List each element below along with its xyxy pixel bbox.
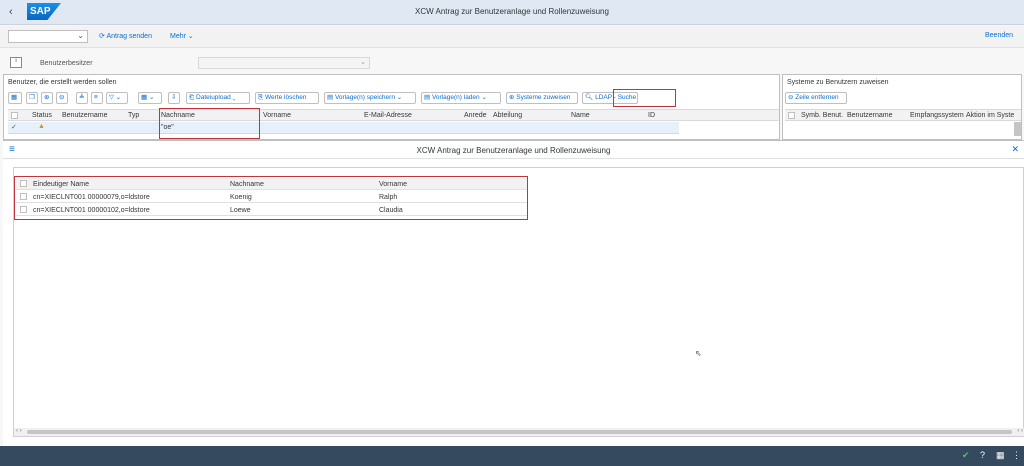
- users-panel: Benutzer, die erstellt werden sollen ▦ ❐…: [3, 74, 780, 140]
- file-upload-button[interactable]: ⎗ Dateiupload ⌄: [186, 92, 250, 104]
- col-typ[interactable]: Typ: [128, 112, 139, 119]
- dialog-body: Eindeutiger Name Nachname Vorname cn=XIE…: [13, 167, 1024, 437]
- app-title: XCW Antrag zur Benutzeranlage und Rollen…: [415, 7, 609, 16]
- remove-row-button[interactable]: ⊖ Zeile entfernen: [785, 92, 847, 104]
- systems-panel-title: Systeme zu Benutzern zuweisen: [787, 79, 889, 86]
- mouse-cursor-icon: ⇖: [695, 349, 702, 358]
- command-field[interactable]: ⌄: [8, 30, 88, 43]
- sort-asc-icon[interactable]: ≜: [76, 92, 88, 104]
- copy-icon[interactable]: ❐: [26, 92, 38, 104]
- ldap-result-dialog: ≡ XCW Antrag zur Benutzeranlage und Roll…: [3, 140, 1024, 446]
- ldap-search-highlight: [613, 89, 676, 107]
- nachname-highlight: [159, 108, 260, 139]
- filter-icon[interactable]: ▽ ⌄: [106, 92, 128, 104]
- col-symb-benut[interactable]: Symb. Benut.: [801, 112, 843, 119]
- col-anrede[interactable]: Anrede: [464, 112, 487, 119]
- layout-icon[interactable]: ▦: [996, 450, 1005, 461]
- load-template-button[interactable]: ▤ Vorlage(n) laden ⌄: [421, 92, 501, 104]
- col-benutzername[interactable]: Benutzername: [847, 112, 893, 119]
- help-icon[interactable]: ?: [980, 450, 985, 460]
- check-icon[interactable]: ✔: [962, 450, 970, 461]
- systems-table-header: Symb. Benut. Benutzername Empfangssystem…: [785, 109, 1021, 121]
- scroll-right-icon[interactable]: ‹ ›: [1017, 428, 1023, 434]
- row-selected-icon[interactable]: ✓: [11, 123, 17, 131]
- owner-row: i Benutzerbesitzer ⌄: [0, 56, 1024, 72]
- owner-select[interactable]: ⌄: [198, 57, 370, 69]
- col-aktion[interactable]: Aktion im Syste: [966, 112, 1014, 119]
- chevron-down-icon: ⌄: [187, 33, 194, 40]
- owner-label: Benutzerbesitzer: [40, 60, 93, 67]
- warning-icon: ▲: [38, 123, 45, 130]
- col-id[interactable]: ID: [648, 112, 655, 119]
- scroll-left-icon[interactable]: ‹ ›: [16, 428, 22, 434]
- horizontal-scrollbar[interactable]: ‹ › ‹ ›: [14, 428, 1024, 436]
- info-icon[interactable]: i: [10, 57, 22, 68]
- export-icon[interactable]: ⇩: [168, 92, 180, 104]
- more-button[interactable]: Mehr ⌄: [170, 32, 194, 40]
- dialog-header: ≡ XCW Antrag zur Benutzeranlage und Roll…: [3, 141, 1024, 159]
- col-benutzername[interactable]: Benutzername: [62, 112, 108, 119]
- select-all-checkbox[interactable]: [11, 112, 18, 119]
- application-toolbar: ⌄ ⟳ Antrag senden Mehr ⌄ Beenden: [0, 26, 1024, 48]
- col-empfangssystem[interactable]: Empfangssystem: [910, 112, 964, 119]
- results-highlight: [14, 176, 528, 220]
- clear-values-button[interactable]: ⎘ Werte löschen: [255, 92, 319, 104]
- col-abteilung[interactable]: Abteilung: [493, 112, 522, 119]
- col-status[interactable]: Status: [32, 112, 52, 119]
- sort-desc-icon[interactable]: ≡: [91, 92, 103, 104]
- select-all-checkbox[interactable]: [788, 112, 795, 119]
- table-row[interactable]: ✓ ▲ "oe": [8, 122, 679, 134]
- send-request-button[interactable]: ⟳ Antrag senden: [99, 32, 152, 40]
- col-name[interactable]: Name: [571, 112, 590, 119]
- shell-bar: ‹ SAP XCW Antrag zur Benutzeranlage und …: [0, 0, 1024, 25]
- chevron-down-icon[interactable]: ⌄: [77, 31, 84, 40]
- exit-button[interactable]: Beenden: [985, 32, 1013, 39]
- users-table-header: Status Benutzername Typ Nachname Vorname…: [8, 109, 779, 121]
- chevron-down-icon: ⌄: [360, 59, 366, 66]
- dialog-title: XCW Antrag zur Benutzeranlage und Rollen…: [416, 146, 611, 155]
- systems-panel: Systeme zu Benutzern zuweisen ⊖ Zeile en…: [782, 74, 1022, 140]
- scrollbar-thumb[interactable]: [27, 430, 1012, 434]
- close-icon[interactable]: ✕: [1011, 144, 1019, 155]
- more-icon[interactable]: ⋮: [1012, 450, 1021, 461]
- layout-icon[interactable]: ▦ ⌄: [138, 92, 162, 104]
- assign-systems-button[interactable]: ⊕ Systeme zuweisen: [506, 92, 578, 104]
- col-vorname[interactable]: Vorname: [263, 112, 291, 119]
- users-panel-title: Benutzer, die erstellt werden sollen: [8, 79, 117, 86]
- vertical-scrollbar[interactable]: [1014, 122, 1021, 136]
- details-icon[interactable]: ▦: [8, 92, 22, 104]
- remove-row-icon[interactable]: ⊖: [56, 92, 68, 104]
- footer-bar: ✔ ? ▦ ⋮: [0, 446, 1024, 466]
- add-row-icon[interactable]: ⊕: [41, 92, 53, 104]
- col-email[interactable]: E-Mail-Adresse: [364, 112, 412, 119]
- save-template-button[interactable]: ▤ Vorlage(n) speichern ⌄: [324, 92, 416, 104]
